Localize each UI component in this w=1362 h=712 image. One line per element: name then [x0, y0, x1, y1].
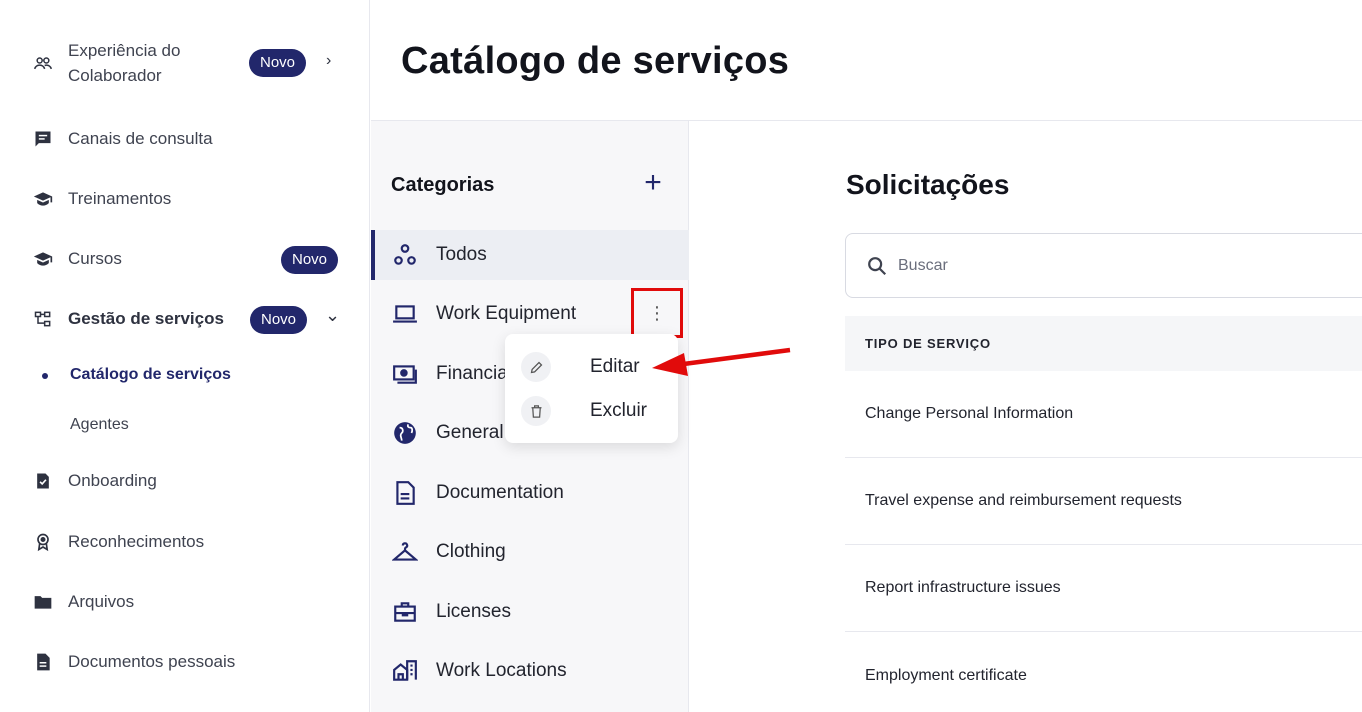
- sidebar-item-reconhecimentos[interactable]: Reconhecimentos: [32, 531, 204, 553]
- category-label: Todos: [436, 244, 487, 265]
- menu-item-excluir[interactable]: Excluir: [521, 396, 647, 426]
- add-category-button[interactable]: +: [640, 168, 666, 198]
- new-badge: Novo: [250, 306, 308, 334]
- category-item-todos[interactable]: Todos: [371, 230, 689, 280]
- globe-icon: [391, 419, 419, 447]
- category-item-documentation[interactable]: Documentation: [371, 468, 689, 518]
- circles-icon: [391, 241, 419, 269]
- search-icon: [866, 255, 888, 277]
- sidebar-item-canais-consulta[interactable]: Canais de consulta: [32, 128, 213, 150]
- sidebar-item-arquivos[interactable]: Arquivos: [32, 591, 134, 613]
- new-badge: Novo: [249, 49, 307, 77]
- kebab-icon: ⋮: [648, 302, 666, 323]
- pencil-icon: [521, 352, 551, 382]
- category-item-clothing[interactable]: Clothing: [371, 527, 689, 577]
- money-icon: [391, 360, 419, 388]
- folder-icon: [32, 591, 54, 613]
- chat-icon: [32, 128, 54, 150]
- table-row[interactable]: Change Personal Information: [845, 371, 1362, 458]
- table-row[interactable]: Employment certificate: [845, 632, 1362, 712]
- sidebar-item-label: Canais de consulta: [68, 129, 213, 148]
- category-label: Work Locations: [436, 660, 567, 681]
- sidebar-item-documentos-pessoais[interactable]: Documentos pessoais: [32, 651, 235, 673]
- sidebar-item-treinamentos[interactable]: Treinamentos: [32, 188, 171, 210]
- category-item-work-locations[interactable]: Work Locations: [371, 646, 689, 696]
- sidebar-item-label: Experiência do: [68, 41, 181, 60]
- category-label: Licenses: [436, 601, 511, 622]
- annotation-arrow: [652, 347, 791, 376]
- search-box[interactable]: [845, 233, 1362, 298]
- new-badge: Novo: [281, 246, 339, 274]
- file-icon: [391, 479, 419, 507]
- menu-item-label: Excluir: [590, 400, 648, 421]
- chevron-down-icon[interactable]: ⌄: [325, 305, 340, 326]
- sidebar-item-onboarding[interactable]: Onboarding: [32, 470, 157, 492]
- category-more-button[interactable]: ⋮: [631, 288, 683, 338]
- sidebar-item-label: Arquivos: [68, 592, 135, 611]
- column-header-tipo-servico[interactable]: TIPO DE SERVIÇO: [845, 316, 1362, 371]
- table-row[interactable]: Report infrastructure issues: [845, 545, 1362, 632]
- category-label: General: [436, 422, 504, 443]
- briefcase-icon: [391, 598, 419, 626]
- category-label: Work Equipment: [436, 303, 577, 324]
- clipboard-check-icon: [32, 470, 54, 492]
- sidebar-item-label: Gestão de serviços: [68, 309, 224, 328]
- laptop-icon: [391, 300, 419, 328]
- categories-title: Categorias: [391, 174, 495, 196]
- sidebar: Experiência do Colaborador Novo › Canais…: [0, 0, 370, 712]
- category-label: Documentation: [436, 482, 564, 503]
- sidebar-item-gestao-servicos[interactable]: Gestão de serviços: [32, 308, 224, 330]
- sidebar-item-label: Onboarding: [68, 471, 157, 490]
- hanger-icon: [391, 538, 419, 566]
- category-item-licenses[interactable]: Licenses: [371, 587, 689, 637]
- requests-title: Solicitações: [846, 169, 1010, 200]
- sidebar-item-label: Documentos pessoais: [68, 652, 236, 671]
- sidebar-subitem-agentes[interactable]: Agentes: [70, 416, 129, 434]
- page-title: Catálogo de serviços: [401, 40, 790, 82]
- menu-item-label: Editar: [590, 356, 640, 377]
- sidebar-item-label: Reconhecimentos: [68, 532, 205, 551]
- sidebar-subitem-catalogo[interactable]: Catálogo de serviços: [70, 366, 231, 384]
- menu-item-editar[interactable]: Editar: [521, 352, 640, 382]
- trash-icon: [521, 396, 551, 426]
- sidebar-item-label: Colaborador: [68, 66, 162, 85]
- document-icon: [32, 651, 54, 673]
- table-row[interactable]: Travel expense and reimbursement request…: [845, 458, 1362, 545]
- active-dot: [42, 373, 48, 379]
- sidebar-item-experiencia-colaborador[interactable]: Experiência do Colaborador: [32, 38, 180, 88]
- graduation-cap-icon: [32, 248, 54, 270]
- building-icon: [391, 657, 419, 685]
- chevron-right-icon[interactable]: ›: [326, 52, 331, 70]
- category-label: Financia: [436, 363, 508, 384]
- sidebar-item-label: Cursos: [68, 249, 122, 268]
- search-input[interactable]: [898, 256, 1298, 275]
- award-icon: [32, 531, 54, 553]
- people-group-icon: [32, 52, 54, 74]
- hierarchy-icon: [32, 308, 54, 330]
- graduation-cap-icon: [32, 188, 54, 210]
- category-label: Clothing: [436, 541, 506, 562]
- sidebar-item-label: Treinamentos: [68, 189, 172, 208]
- services-table: TIPO DE SERVIÇO Change Personal Informat…: [845, 316, 1362, 712]
- sidebar-item-cursos[interactable]: Cursos: [32, 248, 122, 270]
